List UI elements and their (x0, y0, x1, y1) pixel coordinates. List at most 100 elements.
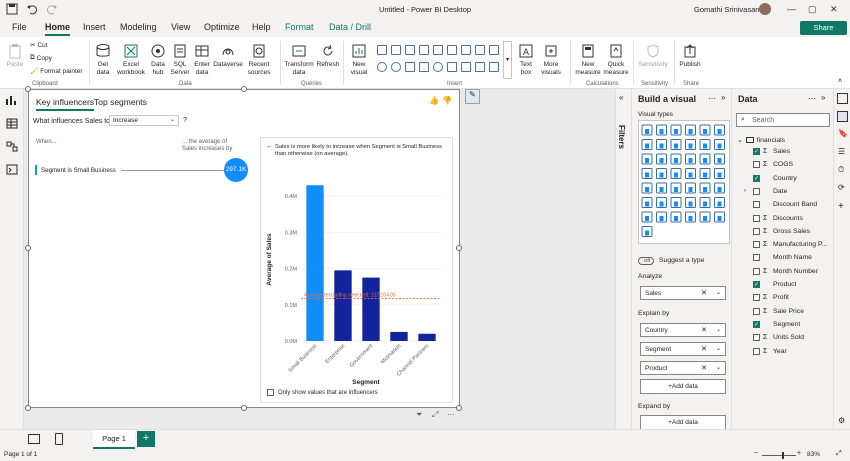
menu-home[interactable]: Home (45, 22, 71, 36)
visual-type-icon[interactable] (475, 45, 485, 55)
visual-type-icon[interactable] (489, 45, 499, 55)
add-pane-icon[interactable]: + (838, 201, 844, 212)
only-influencers-checkbox[interactable]: Only show values that are influencers (267, 389, 378, 396)
field-checkbox[interactable] (753, 281, 760, 288)
settings-icon[interactable]: ⚙ (838, 416, 845, 425)
field-item[interactable]: Σ Sales (744, 148, 790, 155)
visual-type-icon[interactable] (405, 45, 415, 55)
field-item[interactable]: Σ Month Number (744, 267, 818, 275)
field-checkbox[interactable] (753, 201, 760, 209)
expand-filters-icon[interactable]: « (619, 93, 623, 102)
menu-view[interactable]: View (171, 22, 190, 32)
field-checkbox[interactable] (753, 307, 760, 315)
format-painter-button[interactable]: 🖌 Format painter (30, 67, 83, 76)
visual-types-gallery[interactable] (638, 120, 730, 244)
sensitivity-button[interactable]: Sensitivity (636, 43, 670, 69)
text-box-button[interactable]: A Text box (515, 43, 537, 77)
zoom-out-icon[interactable]: − (754, 450, 758, 457)
visual-type-icon[interactable] (461, 45, 471, 55)
influencer-label[interactable]: Segment is Small Business (41, 167, 116, 174)
field-checkbox[interactable] (753, 227, 760, 235)
chevron-icon[interactable]: ⌄ (716, 364, 721, 371)
menu-format[interactable]: Format (285, 22, 314, 32)
explain-well[interactable]: Country ✕ ⌄ (640, 323, 726, 337)
visual-type-icon[interactable] (475, 62, 485, 72)
tab-top-segments[interactable]: Top segments (94, 97, 147, 107)
thumbs-up-icon[interactable]: 👍 (429, 96, 439, 105)
desktop-layout-icon[interactable] (28, 434, 40, 444)
minimize-icon[interactable]: — (787, 4, 796, 14)
field-item[interactable]: Σ Gross Sales (744, 227, 810, 235)
tab-page-1[interactable]: Page 1 (93, 430, 135, 449)
resize-handle[interactable] (25, 86, 31, 92)
visual-type-icon[interactable] (391, 45, 401, 55)
recent-sources-button[interactable]: Recent sources (245, 43, 273, 77)
resize-handle[interactable] (25, 405, 31, 411)
field-checkbox[interactable] (753, 161, 760, 169)
influencer-bubble[interactable]: 297.1K (224, 158, 248, 182)
field-item[interactable]: Σ Year (744, 347, 787, 355)
format-visual-icon[interactable]: ✎ (465, 89, 480, 104)
visual-type-icon[interactable] (377, 62, 387, 72)
influence-dropdown[interactable]: Increase ⌄ (109, 115, 179, 126)
field-checkbox[interactable] (753, 334, 760, 342)
remove-icon[interactable]: ✕ (701, 326, 707, 334)
build-pane-icon[interactable] (837, 111, 848, 122)
performance-icon[interactable]: ⏱ (838, 165, 844, 175)
cut-button[interactable]: ✂ Cut (30, 41, 48, 50)
add-explain-data-button[interactable]: +Add data (640, 379, 726, 394)
back-arrow-icon[interactable]: ← (266, 143, 273, 150)
field-checkbox[interactable] (753, 294, 760, 302)
resize-handle[interactable] (241, 405, 247, 411)
dax-query-icon[interactable] (6, 164, 18, 175)
menu-optimize[interactable]: Optimize (204, 22, 240, 32)
selection-icon[interactable]: ☰ (838, 147, 845, 156)
chevron-icon[interactable]: ⌄ (716, 326, 721, 333)
fit-to-page-icon[interactable]: ⤢ (836, 450, 842, 458)
thumbs-down-icon[interactable]: 👎 (442, 96, 452, 105)
enter-data-button[interactable]: Enter data (192, 43, 212, 77)
visual-type-icon[interactable] (391, 62, 401, 72)
visual-type-icon[interactable] (419, 62, 429, 72)
help-icon[interactable]: ? (183, 117, 187, 124)
explain-well[interactable]: Product ✕ ⌄ (640, 361, 726, 375)
field-item[interactable]: Product (744, 281, 796, 288)
add-page-button[interactable]: + (137, 431, 155, 447)
field-item[interactable]: Σ COGS (744, 161, 793, 169)
field-item[interactable]: Σ Manufacturing P... (744, 241, 827, 249)
resize-handle[interactable] (241, 86, 247, 92)
filter-icon[interactable]: ⏷ (416, 410, 422, 420)
excel-button[interactable]: Excel workbook (116, 43, 146, 77)
chevron-icon[interactable]: ⌄ (716, 345, 721, 352)
collapse-pane-icon[interactable]: » (821, 93, 825, 102)
focus-mode-icon[interactable]: ⤢ (432, 410, 438, 420)
chevron-icon[interactable]: ⌄ (716, 289, 721, 296)
checkbox[interactable] (267, 389, 274, 396)
menu-file[interactable]: File (12, 22, 27, 32)
report-view-icon[interactable] (6, 95, 18, 106)
zoom-in-icon[interactable]: + (797, 450, 801, 457)
visual-type-icon[interactable] (447, 45, 457, 55)
collapse-ribbon-icon[interactable]: ˄ (838, 78, 842, 85)
suggest-toggle[interactable]: Off (638, 257, 654, 265)
filters-pane-collapsed[interactable]: « Filters (615, 89, 631, 429)
tab-key-influencers[interactable]: Key influencers (36, 97, 95, 111)
resize-handle[interactable] (25, 245, 31, 251)
menu-insert[interactable]: Insert (83, 22, 106, 32)
menu-modeling[interactable]: Modeling (120, 22, 157, 32)
field-checkbox[interactable] (753, 347, 760, 355)
data-pane-icon[interactable] (837, 93, 848, 104)
add-expand-data-button[interactable]: +Add data (640, 415, 726, 430)
sync-slicers-icon[interactable]: ⟳ (838, 183, 845, 192)
avatar[interactable] (759, 3, 771, 15)
field-checkbox[interactable] (753, 187, 760, 195)
data-hub-button[interactable]: Data hub (148, 43, 168, 77)
more-options-icon[interactable]: ⋯ (808, 94, 816, 103)
new-visual-button[interactable]: New visual (346, 43, 372, 77)
visual-type-icon[interactable] (405, 62, 415, 72)
visual-type-icon[interactable] (433, 45, 443, 55)
sql-server-button[interactable]: SQL Server (170, 43, 190, 77)
chevron-right-icon[interactable]: › (744, 188, 750, 194)
field-item[interactable]: Σ Profit (744, 294, 789, 302)
refresh-button[interactable]: Refresh (316, 43, 340, 69)
